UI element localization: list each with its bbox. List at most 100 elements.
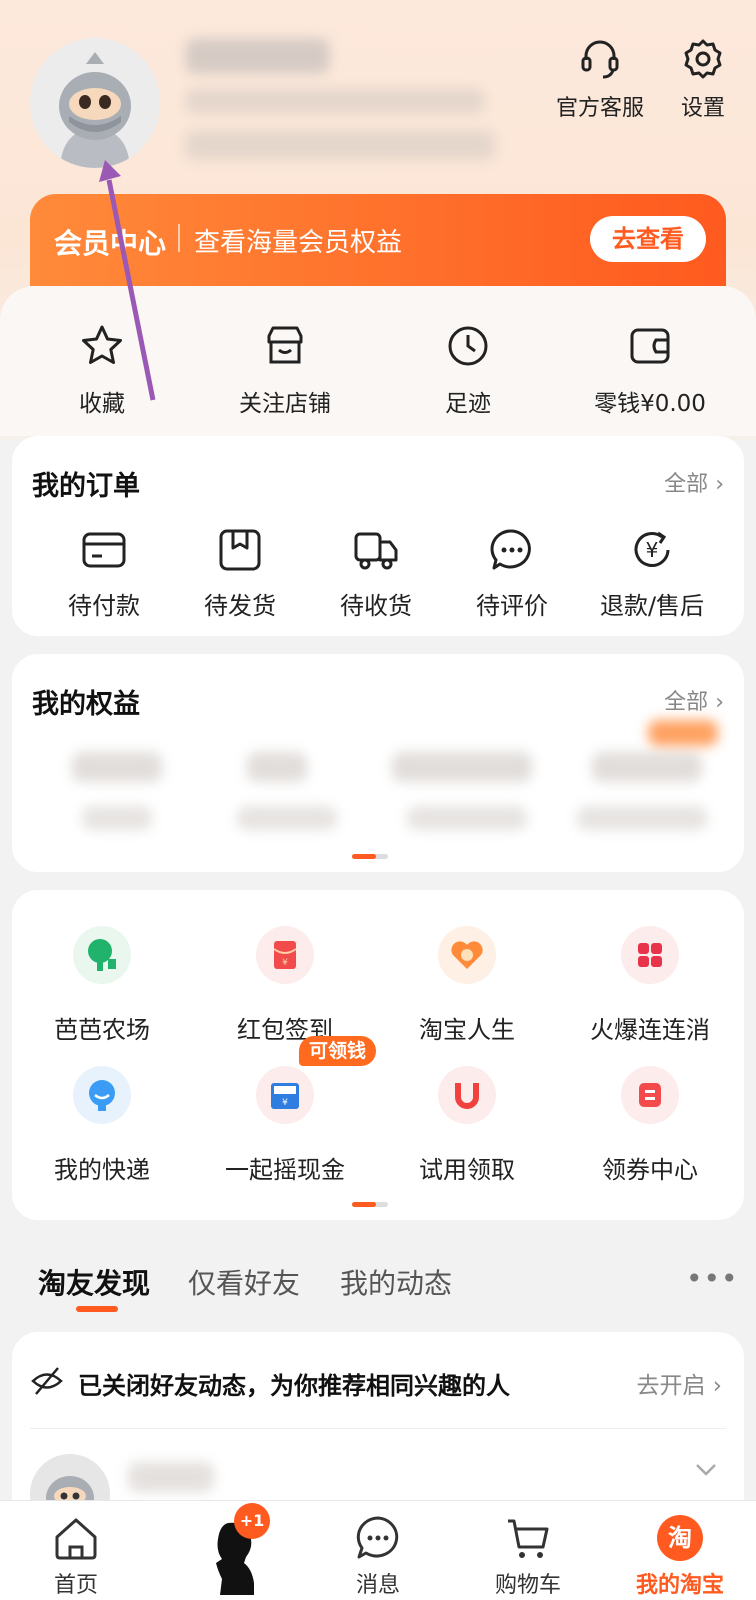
benefit-label-blurred	[577, 806, 707, 830]
service-shake-cash-label: 一起摇现金	[225, 1156, 345, 1184]
u-icon	[438, 1066, 496, 1124]
service-match-game-label: 火爆连连消	[590, 1016, 710, 1044]
svg-text:淘: 淘	[668, 1524, 692, 1552]
benefits-title: 我的权益	[32, 689, 140, 720]
order-pending-review-label: 待评价	[476, 592, 548, 620]
followed-stores-item[interactable]: 关注店铺	[205, 322, 365, 418]
carousel-indicator	[352, 1202, 388, 1207]
service-match-game[interactable]: 火爆连连消	[565, 926, 735, 1045]
footprint-label: 足迹	[445, 391, 491, 417]
benefit-item-blurred[interactable]	[247, 752, 307, 782]
benefit-item-blurred[interactable]	[72, 752, 162, 782]
service-baba-farm[interactable]: 芭芭农场	[17, 926, 187, 1045]
user-stats-blurred	[185, 130, 495, 160]
carousel-indicator	[352, 854, 388, 859]
nav-messages-label: 消息	[355, 1573, 400, 1598]
wallet-icon	[630, 328, 670, 364]
benefit-label-blurred	[407, 806, 527, 830]
benefits-all-label: 全部	[664, 690, 709, 715]
red-envelope-icon: ¥	[256, 926, 314, 984]
orders-card: 我的订单 全部 › 待付款 待发货 待收货 待评价 ¥ 退款/售后	[12, 436, 744, 636]
cash-icon: ¥	[256, 1066, 314, 1124]
nav-home[interactable]: 首页	[16, 1513, 136, 1599]
tab-friends-only[interactable]: 仅看好友	[188, 1262, 300, 1302]
benefit-item-blurred[interactable]	[392, 752, 532, 782]
avatar[interactable]	[30, 38, 160, 168]
store-icon	[267, 326, 303, 364]
footprint-item[interactable]: 足迹	[388, 322, 548, 418]
chevron-right-icon: ›	[715, 690, 724, 715]
service-shake-cash[interactable]: ¥ 一起摇现金	[200, 1066, 370, 1185]
divider	[30, 1428, 726, 1429]
message-icon	[356, 1516, 399, 1559]
benefit-item-blurred[interactable]	[592, 752, 702, 782]
nav-profile[interactable]: +1	[172, 1503, 292, 1599]
username-blurred	[185, 38, 330, 74]
bottom-nav: 首页 +1 消息 购物车 淘 我的淘宝	[0, 1500, 756, 1600]
taobao-icon: 淘	[657, 1515, 703, 1561]
svg-text:¥: ¥	[646, 538, 659, 562]
feed-notice: 已关闭好友动态，为你推荐相同兴趣的人	[78, 1372, 510, 1400]
nav-my-taobao-label: 我的淘宝	[635, 1573, 724, 1598]
home-icon	[55, 1518, 97, 1560]
orders-all-label: 全部	[664, 472, 709, 497]
nav-my-taobao[interactable]: 淘 我的淘宝	[620, 1513, 740, 1599]
nav-cart-label: 购物车	[494, 1573, 561, 1598]
tab-taoyou-discover[interactable]: 淘友发现	[38, 1262, 150, 1302]
chevron-right-icon: ›	[712, 1373, 722, 1399]
card-icon	[82, 532, 126, 568]
order-pending-payment[interactable]: 待付款	[34, 526, 174, 621]
wallet-item[interactable]: 零钱¥0.00	[570, 322, 730, 418]
coupon-icon	[621, 1066, 679, 1124]
enable-friends-feed-label: 去开启	[636, 1373, 706, 1399]
benefit-badge-blurred	[648, 720, 718, 746]
service-my-express[interactable]: 我的快递	[17, 1066, 187, 1185]
divider	[178, 224, 180, 252]
cart-icon	[508, 1519, 549, 1558]
more-icon[interactable]: •••	[686, 1262, 739, 1295]
active-tab-indicator	[76, 1306, 118, 1312]
order-pending-shipment[interactable]: 待发货	[170, 526, 310, 621]
truck-icon	[354, 532, 398, 570]
chevron-down-icon[interactable]	[694, 1462, 718, 1478]
svg-text:¥: ¥	[282, 958, 288, 968]
service-baba-farm-label: 芭芭农场	[54, 1016, 150, 1044]
benefit-label-blurred	[237, 806, 337, 830]
service-coupon-center[interactable]: 领券中心	[565, 1066, 735, 1185]
order-refund[interactable]: ¥ 退款/售后	[582, 526, 722, 621]
enable-friends-feed-link[interactable]: 去开启 ›	[636, 1366, 722, 1400]
clock-icon	[448, 326, 488, 366]
nav-cart[interactable]: 购物车	[468, 1513, 588, 1599]
service-taobao-life[interactable]: 淘宝人生	[382, 926, 552, 1045]
orders-all-link[interactable]: 全部 ›	[664, 466, 724, 498]
settings-button[interactable]: 设置	[668, 36, 738, 122]
order-refund-label: 退款/售后	[599, 592, 705, 620]
benefits-card: 我的权益 全部 ›	[12, 654, 744, 872]
recommended-user-name-blurred	[128, 1462, 214, 1492]
services-card: 芭芭农场 ¥ 红包签到 淘宝人生 火爆连连消 我的快递 ¥ 一起摇现金 试用领取	[12, 890, 744, 1220]
tab-my-activity[interactable]: 我的动态	[340, 1262, 452, 1302]
avatar-image	[30, 38, 160, 168]
nav-messages[interactable]: 消息	[318, 1513, 438, 1599]
member-center-subtitle: 查看海量会员权益	[194, 228, 403, 258]
chevron-right-icon: ›	[715, 472, 724, 497]
followed-stores-label: 关注店铺	[239, 391, 331, 417]
gear-icon	[684, 39, 722, 79]
service-trial-label: 试用领取	[419, 1156, 515, 1184]
heart-icon	[438, 926, 496, 984]
service-red-envelope[interactable]: ¥ 红包签到	[200, 926, 370, 1045]
order-pending-receipt-label: 待收货	[340, 592, 412, 620]
nav-profile-badge: +1	[234, 1503, 270, 1539]
order-pending-receipt[interactable]: 待收货	[306, 526, 446, 621]
customer-service-button[interactable]: 官方客服	[550, 36, 650, 122]
service-trial[interactable]: 试用领取	[382, 1066, 552, 1185]
user-info-blurred	[185, 88, 485, 114]
benefits-all-link[interactable]: 全部 ›	[664, 684, 724, 716]
service-taobao-life-label: 淘宝人生	[419, 1016, 515, 1044]
order-pending-review[interactable]: 待评价	[442, 526, 582, 621]
view-benefits-button[interactable]: 去查看	[590, 216, 706, 262]
refund-icon: ¥	[634, 531, 670, 567]
headset-icon	[581, 40, 619, 79]
order-pending-shipment-label: 待发货	[204, 592, 276, 620]
customer-service-label: 官方客服	[555, 96, 644, 121]
